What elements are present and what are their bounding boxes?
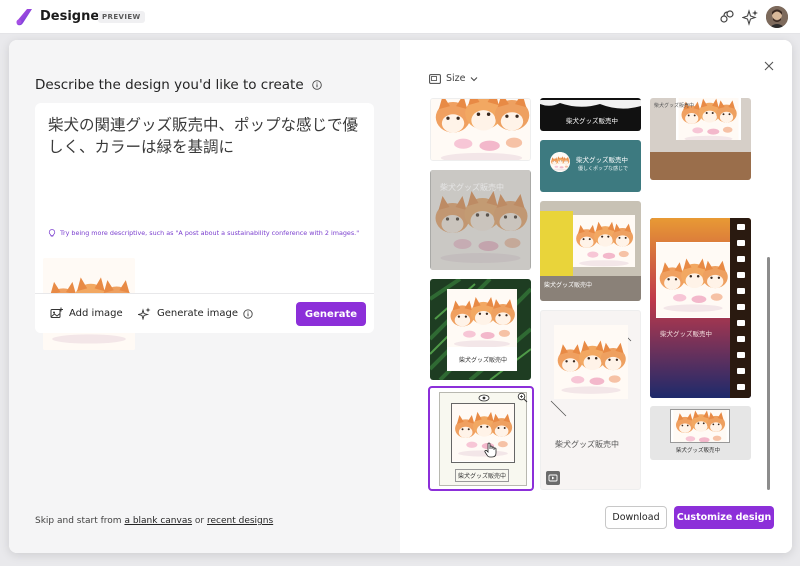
prompt-heading-text: Describe the design you'd like to create [35,77,304,93]
sparkle-icon[interactable] [742,8,760,26]
shiba-image [431,99,530,160]
info-icon[interactable] [312,80,322,90]
size-dropdown[interactable]: Size [429,73,483,84]
skip-line: Skip and start from a blank canvas or re… [35,516,273,526]
shiba-image [550,152,570,172]
customize-design-button[interactable]: Customize design [674,506,774,529]
add-image-icon [50,307,63,318]
design-card-10[interactable]: 柴犬グッズ販売中 [650,218,751,398]
shiba-image [452,398,514,461]
prompt-actions-bar: Add image Generate image Generate [35,293,374,333]
design-3-title: 柴犬グッズ販売中 [459,357,508,364]
design-6-title: 柴犬グッズ販売中 [576,156,628,164]
lightbulb-icon [48,229,56,237]
generate-image-button[interactable]: Generate image [138,307,259,320]
prompt-pane: Describe the design you'd like to create… [9,40,400,553]
design-2-title: 柴犬グッズ販売中 [440,183,504,192]
generate-image-label: Generate image [157,308,239,319]
design-10-photo [656,242,730,318]
preview-badge: PREVIEW [98,11,145,23]
design-card-2[interactable]: 柴犬グッズ販売中 [430,170,531,270]
blank-canvas-link[interactable]: a blank canvas [124,516,192,526]
design-4-title: 柴犬グッズ販売中 [455,469,510,482]
prompt-textarea[interactable]: 柴犬の関連グッズ販売中、ポップな感じで優しく、カラーは緑を基調に [48,114,368,158]
shiba-image [573,208,635,271]
shiba-image [554,325,628,399]
prompt-hint-text: Try being more descriptive, such as "A p… [60,229,360,237]
design-card-4-selected[interactable]: 柴犬グッズ販売中 [428,386,534,491]
design-card-7[interactable]: 柴犬グッズ販売中 [540,201,641,301]
zoom-in-icon[interactable] [517,392,528,403]
design-9-title: 柴犬グッズ販売中 [654,103,695,109]
info-icon[interactable] [243,308,253,319]
design-11-title: 柴犬グッズ販売中 [676,448,721,454]
design-8-image [553,325,629,399]
top-bar: Designer PREVIEW [0,0,800,34]
chevron-down-icon [470,76,477,81]
app-title: Designer [40,9,106,24]
designs-pane: Size 柴犬グッズ販売中 柴犬グッズ販売中 柴犬グッズ販売中 柴犬グッズ販売中… [400,40,792,553]
design-6-subtitle: 優しくポップな感じで [578,166,629,172]
close-icon[interactable] [763,60,775,72]
design-3-frame: 柴犬グッズ販売中 [447,282,517,371]
design-4-image-box [451,398,515,463]
prompt-heading: Describe the design you'd like to create [35,77,322,93]
design-7-yellow-wall [540,211,573,276]
size-label: Size [446,73,466,84]
shiba-image [656,243,730,317]
design-7-poster [573,208,635,271]
design-card-1[interactable] [430,98,531,161]
shiba-image [447,282,517,353]
hand-cursor-icon [484,442,497,458]
gallery-scrollbar[interactable] [767,257,770,490]
download-button[interactable]: Download [605,506,667,529]
design-4-frame: 柴犬グッズ販売中 [439,392,527,486]
design-10-title: 柴犬グッズ販売中 [660,330,712,338]
design-card-3[interactable]: 柴犬グッズ販売中 [430,279,531,380]
share-icon[interactable] [718,8,736,26]
video-icon [546,471,560,485]
add-image-button[interactable]: Add image [50,307,123,320]
design-9-floor [650,152,751,180]
design-5-title: 柴犬グッズ販売中 [566,117,618,125]
design-card-6[interactable]: 柴犬グッズ販売中 優しくポップな感じで [540,140,641,192]
generate-button[interactable]: Generate [296,302,366,326]
skip-prefix: Skip and start from [35,516,122,526]
sparkles-icon [138,307,151,320]
design-7-title: 柴犬グッズ販売中 [544,282,593,289]
skip-or: or [194,516,205,526]
design-card-5[interactable]: 柴犬グッズ販売中 [540,98,641,131]
eye-icon[interactable] [478,394,490,402]
design-8-title: 柴犬グッズ販売中 [555,440,619,449]
add-image-label: Add image [69,308,123,319]
design-11-poster [670,406,730,453]
design-card-9[interactable]: 柴犬グッズ販売中 [650,98,751,180]
avatar[interactable] [766,6,788,28]
design-6-avatar [550,152,570,172]
design-card-8[interactable]: 柴犬グッズ販売中 [540,310,641,490]
resize-icon [429,73,441,84]
create-design-dialog: Describe the design you'd like to create… [9,40,792,553]
design-gallery: 柴犬グッズ販売中 柴犬グッズ販売中 柴犬グッズ販売中 柴犬グッズ販売中 柴犬グッ… [427,98,763,493]
prompt-hint: Try being more descriptive, such as "A p… [48,229,359,237]
shiba-image [673,406,727,453]
design-card-11[interactable]: 柴犬グッズ販売中 [650,406,751,460]
recent-designs-link[interactable]: recent designs [207,516,273,526]
designer-logo-icon[interactable] [14,7,34,27]
